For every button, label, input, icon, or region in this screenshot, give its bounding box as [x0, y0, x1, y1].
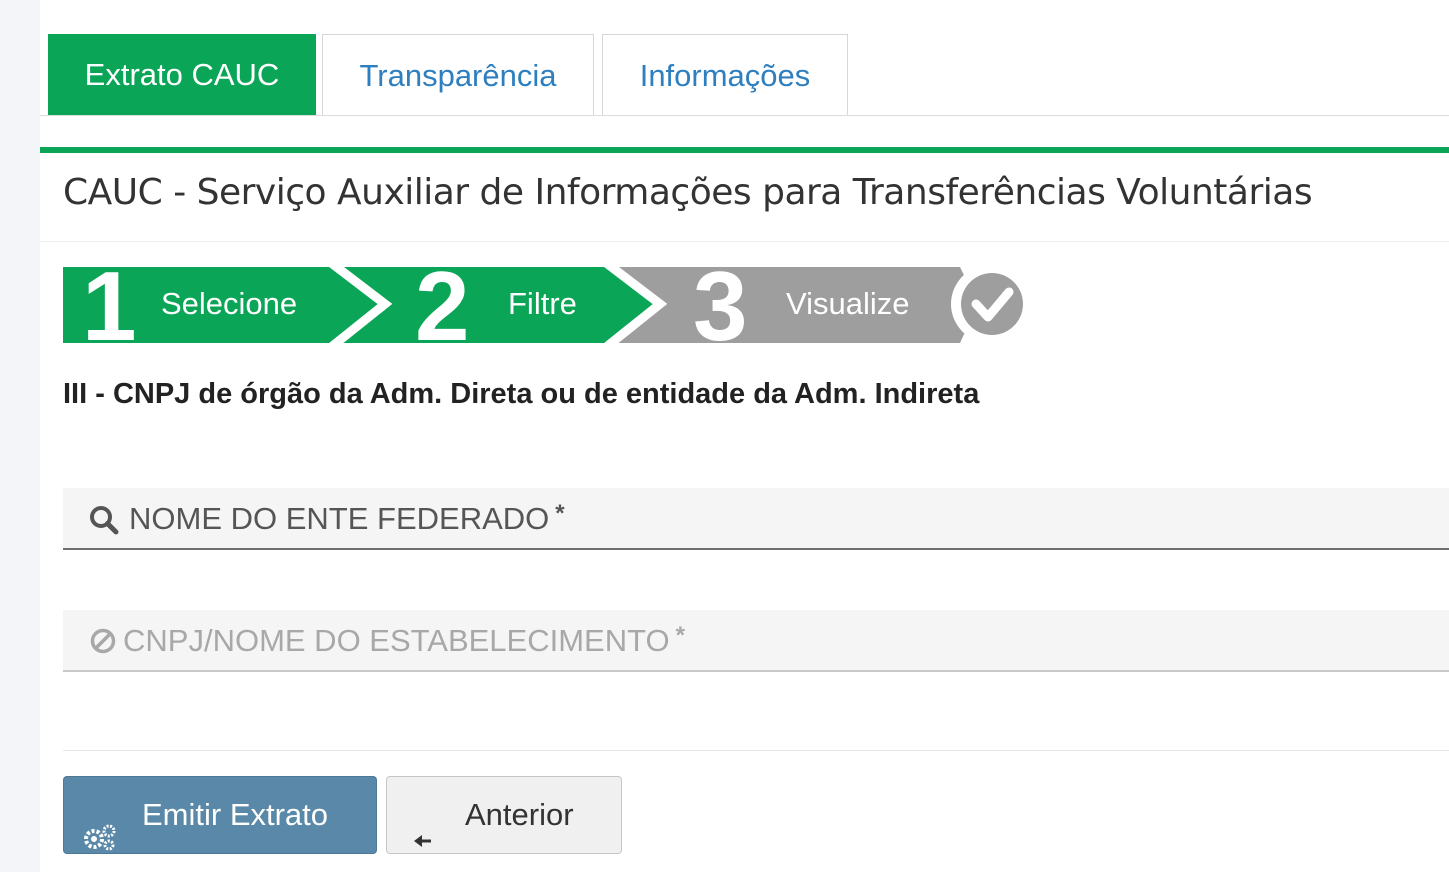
required-mark: *	[555, 500, 565, 527]
ente-federado-field[interactable]: NOME DO ENTE FEDERADO *	[63, 488, 1449, 550]
wizard-separator-2	[602, 258, 668, 352]
section-heading: III - CNPJ de órgão da Adm. Direta ou de…	[63, 378, 980, 410]
wizard-separator-1	[327, 258, 393, 352]
title-divider	[40, 241, 1449, 242]
ente-federado-placeholder: NOME DO ENTE FEDERADO *	[129, 500, 565, 536]
cogs-icon	[82, 803, 118, 879]
required-mark: *	[675, 622, 685, 649]
check-circle-icon	[951, 265, 1029, 343]
wizard-step-2-number: 2	[415, 251, 470, 361]
wizard-step-1-label: Selecione	[161, 286, 298, 321]
tab-informacoes[interactable]: Informações	[602, 34, 848, 115]
panel-top-border	[40, 147, 1449, 153]
wizard-step-1-shape	[63, 267, 378, 343]
arrow-left-icon	[411, 803, 435, 879]
wizard-step-3-number: 3	[693, 251, 748, 361]
wizard-steps: 1 2 3 Selecione Filtre Visualize	[0, 0, 1449, 872]
tab-transparencia[interactable]: Transparência	[322, 34, 594, 115]
search-icon	[89, 505, 119, 540]
anterior-button[interactable]: Anterior	[386, 776, 622, 854]
estabelecimento-placeholder: CNPJ/NOME DO ESTABELECIMENTO *	[123, 622, 685, 658]
estabelecimento-field[interactable]: CNPJ/NOME DO ESTABELECIMENTO *	[63, 610, 1449, 672]
wizard-step-2-label: Filtre	[508, 286, 577, 321]
wizard-step-3-label: Visualize	[786, 286, 910, 321]
wizard-step-1-number: 1	[82, 251, 137, 361]
emitir-extrato-button[interactable]: Emitir Extrato	[63, 776, 377, 854]
wizard-step-2-shape	[330, 267, 655, 343]
ban-icon	[89, 627, 117, 660]
anterior-label: Anterior	[465, 797, 574, 832]
tab-extrato-cauc[interactable]: Extrato CAUC	[48, 34, 316, 115]
left-margin-strip	[0, 0, 40, 872]
wizard-step-3-shape	[610, 267, 978, 343]
page-title: CAUC - Serviço Auxiliar de Informações p…	[63, 172, 1313, 213]
emitir-extrato-label: Emitir Extrato	[142, 797, 329, 832]
form-divider	[63, 750, 1449, 751]
tab-bar: Extrato CAUC Transparência Informações	[40, 0, 1449, 116]
